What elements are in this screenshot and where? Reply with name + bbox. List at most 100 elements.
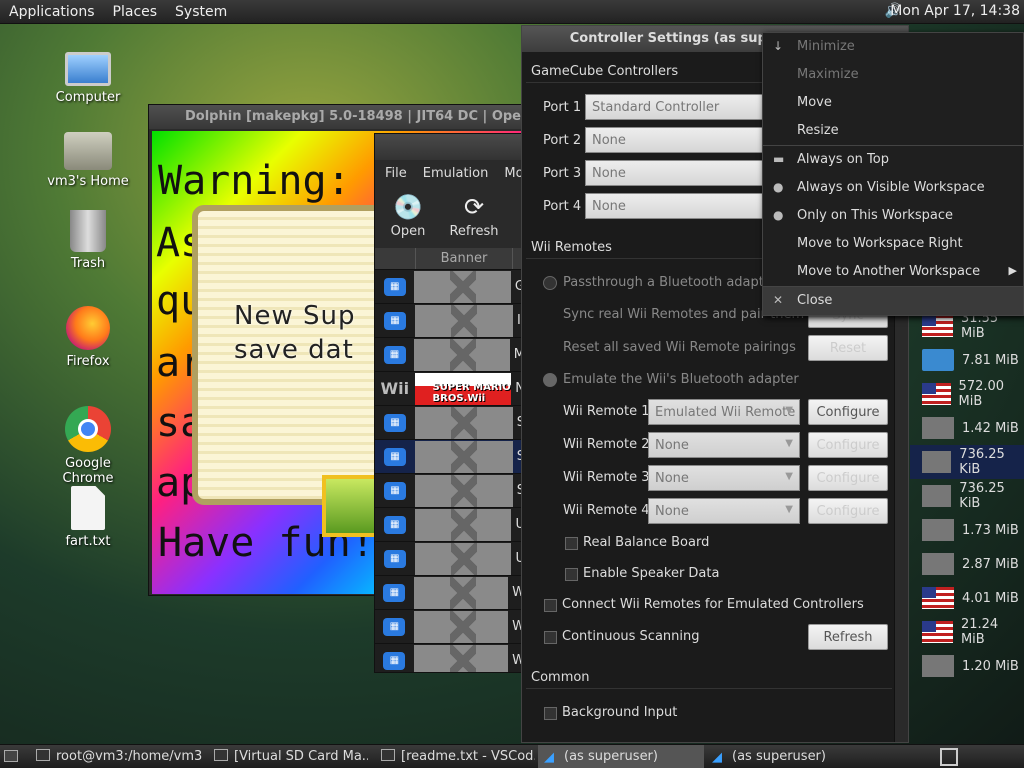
desktop-icon-trash[interactable]: Trash [38, 206, 138, 271]
reset-button[interactable]: Reset [808, 335, 888, 361]
game-row[interactable]: ▦S [375, 440, 525, 474]
game-size: 7.81 MiB [962, 352, 1019, 368]
game-row[interactable]: WiiSUPER MARIO BROS.WiiN [375, 372, 525, 406]
clock[interactable]: Mon Apr 17, 14:38 [890, 3, 1020, 19]
game-row[interactable]: ▦U [375, 542, 525, 576]
emulate-radio[interactable] [543, 373, 557, 387]
window-titlebar[interactable] [375, 134, 525, 160]
menu-system[interactable]: System [166, 4, 236, 20]
balance-board-checkbox[interactable] [565, 537, 578, 550]
open-label: Open [390, 224, 426, 239]
task-label: [readme.txt - VSCod... [401, 749, 535, 764]
game-banner-placeholder [413, 610, 509, 643]
menu-item-always-on-visible-workspace[interactable]: ● Always on Visible Workspace [763, 174, 1023, 202]
game-banner-placeholder [414, 542, 512, 575]
menu-places[interactable]: Places [104, 4, 167, 20]
speaker-data-label: Enable Speaker Data [583, 566, 720, 581]
task-dolphin-superuser-1[interactable]: ◢ (as superuser) [538, 745, 704, 768]
workspace-switcher-icon[interactable] [940, 748, 958, 766]
menu-item-move-to-workspace-right[interactable]: Move to Workspace Right [763, 230, 1023, 258]
background-input-checkbox[interactable] [544, 707, 557, 720]
unknown-region-icon [922, 451, 952, 473]
game-row[interactable]: ▦ G [375, 270, 525, 304]
divider [526, 688, 892, 689]
desktop-icon-firefox[interactable]: Firefox [38, 306, 138, 369]
wiiware-platform-icon: ▦ [375, 549, 415, 568]
game-size-row[interactable]: 572.00 MiB [910, 377, 1024, 411]
wiiware-platform-icon: ▦ [375, 413, 415, 432]
wii-remote-3-label: Wii Remote 3 [563, 470, 650, 485]
wii-remote-1-configure-button[interactable]: Configure [808, 399, 888, 425]
game-row[interactable]: ▦S [375, 406, 525, 440]
game-row[interactable]: ▦U [375, 508, 525, 542]
speaker-data-checkbox[interactable] [565, 568, 578, 581]
game-row[interactable]: ▦ I [375, 304, 525, 338]
wii-remote-4-configure-button[interactable]: Configure [808, 498, 888, 524]
game-size-row[interactable]: 2.87 MiB [910, 547, 1024, 581]
game-size-row[interactable]: 7.81 MiB [910, 343, 1024, 377]
unknown-region-icon [922, 417, 954, 439]
desktop-icon-computer[interactable]: Computer [38, 46, 138, 105]
port-3-select[interactable]: None [585, 160, 765, 186]
menu-item-resize[interactable]: Resize [763, 117, 1023, 145]
game-size-row[interactable]: 736.25 KiB [910, 479, 1024, 513]
wii-remote-2-configure-button[interactable]: Configure [808, 432, 888, 458]
warning-line: Warning: [158, 158, 351, 204]
game-banner-placeholder [414, 508, 512, 541]
refresh-button[interactable]: Refresh [808, 624, 888, 650]
game-size-row[interactable]: 4.01 MiB [910, 581, 1024, 615]
window-title[interactable]: Dolphin [makepkg] 5.0-18498 | JIT64 DC |… [149, 105, 527, 129]
computer-icon [65, 52, 111, 86]
menu-file[interactable]: File [375, 166, 413, 181]
banner-column-header[interactable]: Banner [415, 248, 513, 269]
save-text-line: save dat [234, 335, 354, 365]
menu-emulation[interactable]: Emulation [413, 166, 495, 181]
task-dolphin-superuser-2[interactable]: ◢ (as superuser) [706, 745, 872, 768]
refresh-button[interactable]: ⟳ Refresh [441, 186, 507, 248]
menu-item-only-on-this-workspace[interactable]: ● Only on This Workspace [763, 202, 1023, 230]
passthrough-radio[interactable] [543, 276, 557, 290]
wii-remote-2-select[interactable]: None ▼ [648, 432, 800, 458]
game-size-row[interactable]: 736.25 KiB [910, 445, 1024, 479]
game-size-row[interactable]: 1.20 MiB [910, 649, 1024, 683]
game-size-row[interactable]: 1.42 MiB [910, 411, 1024, 445]
menu-item-maximize[interactable]: Maximize [763, 61, 1023, 89]
game-size-row[interactable]: 1.73 MiB [910, 513, 1024, 547]
port-1-select[interactable]: Standard Controller [585, 94, 765, 120]
firefox-icon [66, 306, 110, 350]
menu-item-minimize[interactable]: ↓ Minimize [763, 33, 1023, 61]
game-row[interactable]: ▦ M [375, 338, 525, 372]
wii-remote-3-select[interactable]: None ▼ [648, 465, 800, 491]
menu-applications[interactable]: Applications [0, 4, 104, 20]
continuous-scanning-checkbox[interactable] [544, 631, 557, 644]
port-2-select[interactable]: None [585, 127, 765, 153]
show-desktop-icon[interactable] [4, 750, 18, 762]
desktop-icon-chrome[interactable]: Google Chrome [38, 406, 138, 486]
wii-remote-1-select[interactable]: Emulated Wii Remote ▼ [648, 399, 800, 425]
game-row[interactable]: ▦S [375, 474, 525, 508]
game-size: 736.25 KiB [959, 481, 1005, 511]
game-banner-placeholder [413, 576, 509, 609]
wii-remote-3-configure-button[interactable]: Configure [808, 465, 888, 491]
wii-remote-4-select[interactable]: None ▼ [648, 498, 800, 524]
game-row[interactable]: ▦ W [375, 576, 525, 610]
game-row[interactable]: ▦ W [375, 644, 525, 672]
task-terminal[interactable]: root@vm3:/home/vm3 [30, 745, 226, 768]
menu-item-close[interactable]: ✕ Close [763, 287, 1023, 315]
desktop-icon-home[interactable]: vm3's Home [38, 126, 138, 189]
task-vscode[interactable]: [readme.txt - VSCod... [375, 745, 535, 768]
port-4-select[interactable]: None [585, 193, 765, 219]
open-button[interactable]: 💿 Open [375, 186, 441, 248]
game-list-window[interactable]: File Emulation Movie 💿 Open ⟳ Refresh Ba… [374, 133, 526, 673]
menu-item-move-to-another-workspace[interactable]: Move to Another Workspace ▶ [763, 258, 1023, 286]
menu-item-always-on-top[interactable]: ▬ Always on Top [763, 146, 1023, 174]
menu-item-move[interactable]: Move [763, 89, 1023, 117]
game-size-row[interactable]: 21.24 MiB [910, 615, 1024, 649]
connect-emulated-checkbox[interactable] [544, 599, 557, 612]
grid-icon: ▦ [383, 345, 406, 364]
desktop-icon-fart-txt[interactable]: fart.txt [38, 486, 138, 549]
game-row[interactable]: ▦ W [375, 610, 525, 644]
platform-column-header[interactable] [375, 248, 415, 269]
port-4-value: None [592, 199, 626, 214]
task-virtual-sd-card[interactable]: [Virtual SD Card Ma... [208, 745, 368, 768]
